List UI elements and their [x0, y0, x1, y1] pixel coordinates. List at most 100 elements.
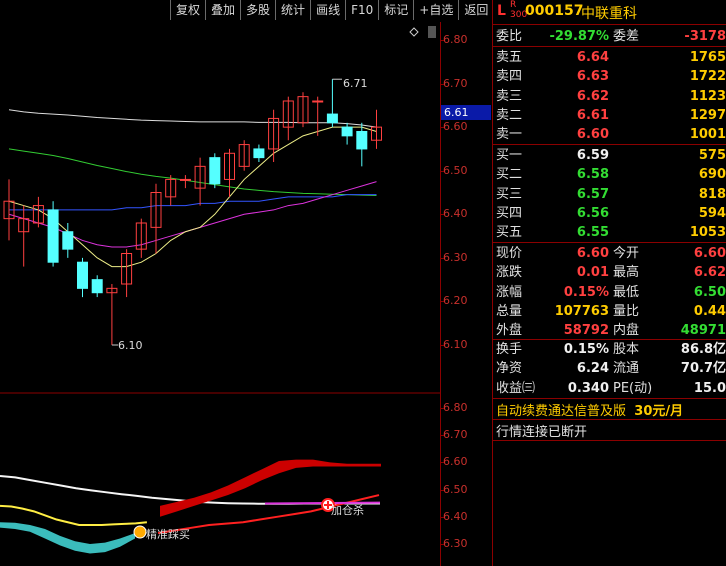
- quote-panel: L R 300 000157 中联重科 委比 -29.87% 委差 -3178 卖…: [493, 0, 726, 566]
- ask-row: 卖一 6.60 1001: [493, 125, 726, 144]
- level-label: 买五: [496, 225, 523, 241]
- level-price: 6.64: [576, 50, 609, 65]
- stock-name[interactable]: 中联重科: [581, 3, 637, 23]
- row-label: 现价: [496, 246, 523, 261]
- row-label-2: 内盘: [613, 323, 640, 339]
- tick-mark: [440, 301, 444, 303]
- tick-mark: [440, 435, 444, 437]
- level-label: 卖五: [496, 50, 523, 65]
- indicator-tick-label: 6.40: [443, 509, 468, 523]
- level-label: 卖四: [496, 69, 523, 85]
- row-value-2: 48971: [680, 323, 726, 339]
- indicator-tick-label: 6.80: [443, 401, 468, 414]
- price-tick-label: 6.50: [443, 163, 468, 177]
- ad-price: 30元/月: [634, 404, 684, 419]
- ratio-value: -29.87%: [549, 29, 609, 44]
- row-label-2: 流通: [613, 361, 640, 377]
- candle-body: [179, 178, 191, 181]
- level-label: 买一: [496, 148, 523, 163]
- indicator-tick-label: 6.70: [443, 428, 468, 442]
- candle-body: [326, 113, 338, 124]
- stat-row: 总量 107763 量比 0.44: [493, 302, 726, 321]
- row-label-2: PE(动): [613, 380, 653, 396]
- fundamental-row: 收益㈢ 0.340 PE(动) 15.0: [493, 379, 726, 398]
- toolbar-button-back[interactable]: 返回: [458, 0, 493, 20]
- connection-status: 行情连接已断开: [496, 425, 588, 440]
- ask-row: 卖五 6.64 1765: [493, 48, 726, 67]
- level-price: 6.62: [576, 88, 609, 104]
- row-label: 净资: [496, 361, 523, 377]
- divider: [493, 46, 726, 47]
- candle-body: [209, 157, 221, 185]
- tick-mark: [440, 40, 444, 41]
- max-price-label: 6.71: [343, 77, 368, 90]
- subscription-ad-link[interactable]: 自动续费通达信普及版 30元/月: [496, 400, 683, 419]
- row-value-2: 6.62: [693, 265, 726, 281]
- price-tick-label: 6.30: [443, 250, 468, 264]
- row-label: 涨跌: [496, 265, 523, 281]
- tick-mark: [440, 516, 444, 518]
- price-tick-label: 6.60: [443, 120, 468, 134]
- level-price: 6.63: [576, 69, 609, 85]
- candle-body: [253, 148, 265, 159]
- buy-signal-icon: [133, 525, 147, 539]
- divider: [493, 419, 726, 420]
- row-value-2: 86.8亿: [680, 342, 726, 357]
- row-value: 107763: [554, 303, 609, 319]
- level-label: 买三: [496, 186, 523, 202]
- stat-row: 外盘 58792 内盘 48971: [493, 321, 726, 340]
- sub-band-cyan: [0, 522, 135, 554]
- level-price: 6.61: [576, 107, 609, 123]
- candle-body: [356, 131, 368, 150]
- tick-mark: [440, 544, 444, 545]
- indicator-tick-label: 6.60: [443, 455, 468, 469]
- tick-mark: [440, 408, 444, 409]
- diamond-icon: [409, 27, 419, 37]
- level-price: 6.55: [576, 225, 609, 241]
- level-volume: 1297: [689, 107, 726, 123]
- candle-body: [312, 100, 324, 103]
- buy-signal-label: 精准踩买: [146, 528, 190, 541]
- row-value-2: 6.50: [693, 284, 726, 300]
- level-volume: 1053: [689, 225, 726, 241]
- level-price: 6.59: [576, 148, 609, 163]
- row-value-2: 15.0: [693, 380, 726, 396]
- price-tick-label: 6.10: [443, 338, 468, 351]
- stock-title: L R 300 000157 中联重科: [493, 0, 726, 24]
- row-label: 收益㈢: [496, 380, 536, 396]
- bid-row: 买五 6.55 1053: [493, 223, 726, 242]
- candle-body: [47, 209, 59, 263]
- stat-row: 涨幅 0.15% 最低 6.50: [493, 283, 726, 302]
- price-tick-label: 6.40: [443, 207, 468, 221]
- bid-row: 买二 6.58 690: [493, 165, 726, 184]
- scroll-handle-icon: [428, 26, 436, 38]
- row-value: 0.340: [567, 380, 609, 396]
- divider: [493, 144, 726, 145]
- row-label-2: 量比: [613, 303, 640, 319]
- ask-row: 卖四 6.63 1722: [493, 67, 726, 86]
- tick-mark: [440, 83, 444, 85]
- candle-body: [91, 279, 103, 294]
- kline-chart[interactable]: [0, 0, 440, 566]
- fundamental-row: 换手 0.15% 股本 86.8亿: [493, 340, 726, 359]
- stock-code[interactable]: 000157: [525, 3, 583, 19]
- stock-terminal: 复权 叠加 多股 统计 画线 F10 标记 +自选 返回 6.80 6.70 6.6…: [0, 0, 726, 566]
- stat-row: 现价 6.60 今开 6.60: [493, 244, 726, 263]
- ma-line-green: [8, 148, 377, 197]
- level-volume: 575: [698, 148, 726, 163]
- level-price: 6.56: [576, 205, 609, 221]
- row-label-2: 最低: [613, 284, 640, 300]
- level-volume: 818: [698, 186, 726, 202]
- level-volume: 1765: [689, 50, 726, 65]
- level-volume: 1001: [689, 127, 726, 143]
- ratio-label: 委比: [496, 29, 523, 44]
- tick-mark: [440, 345, 444, 346]
- level-label: 卖二: [496, 107, 523, 123]
- fundamental-row: 净资 6.24 流通 70.7亿: [493, 359, 726, 378]
- divider: [493, 242, 726, 243]
- row-label-2: 最高: [613, 265, 640, 281]
- candle-body: [77, 261, 88, 289]
- add-position-signal-label: 加仓杀: [331, 504, 364, 517]
- indicator-tick-label: 6.30: [443, 537, 468, 550]
- row-value-2: 0.44: [693, 303, 726, 319]
